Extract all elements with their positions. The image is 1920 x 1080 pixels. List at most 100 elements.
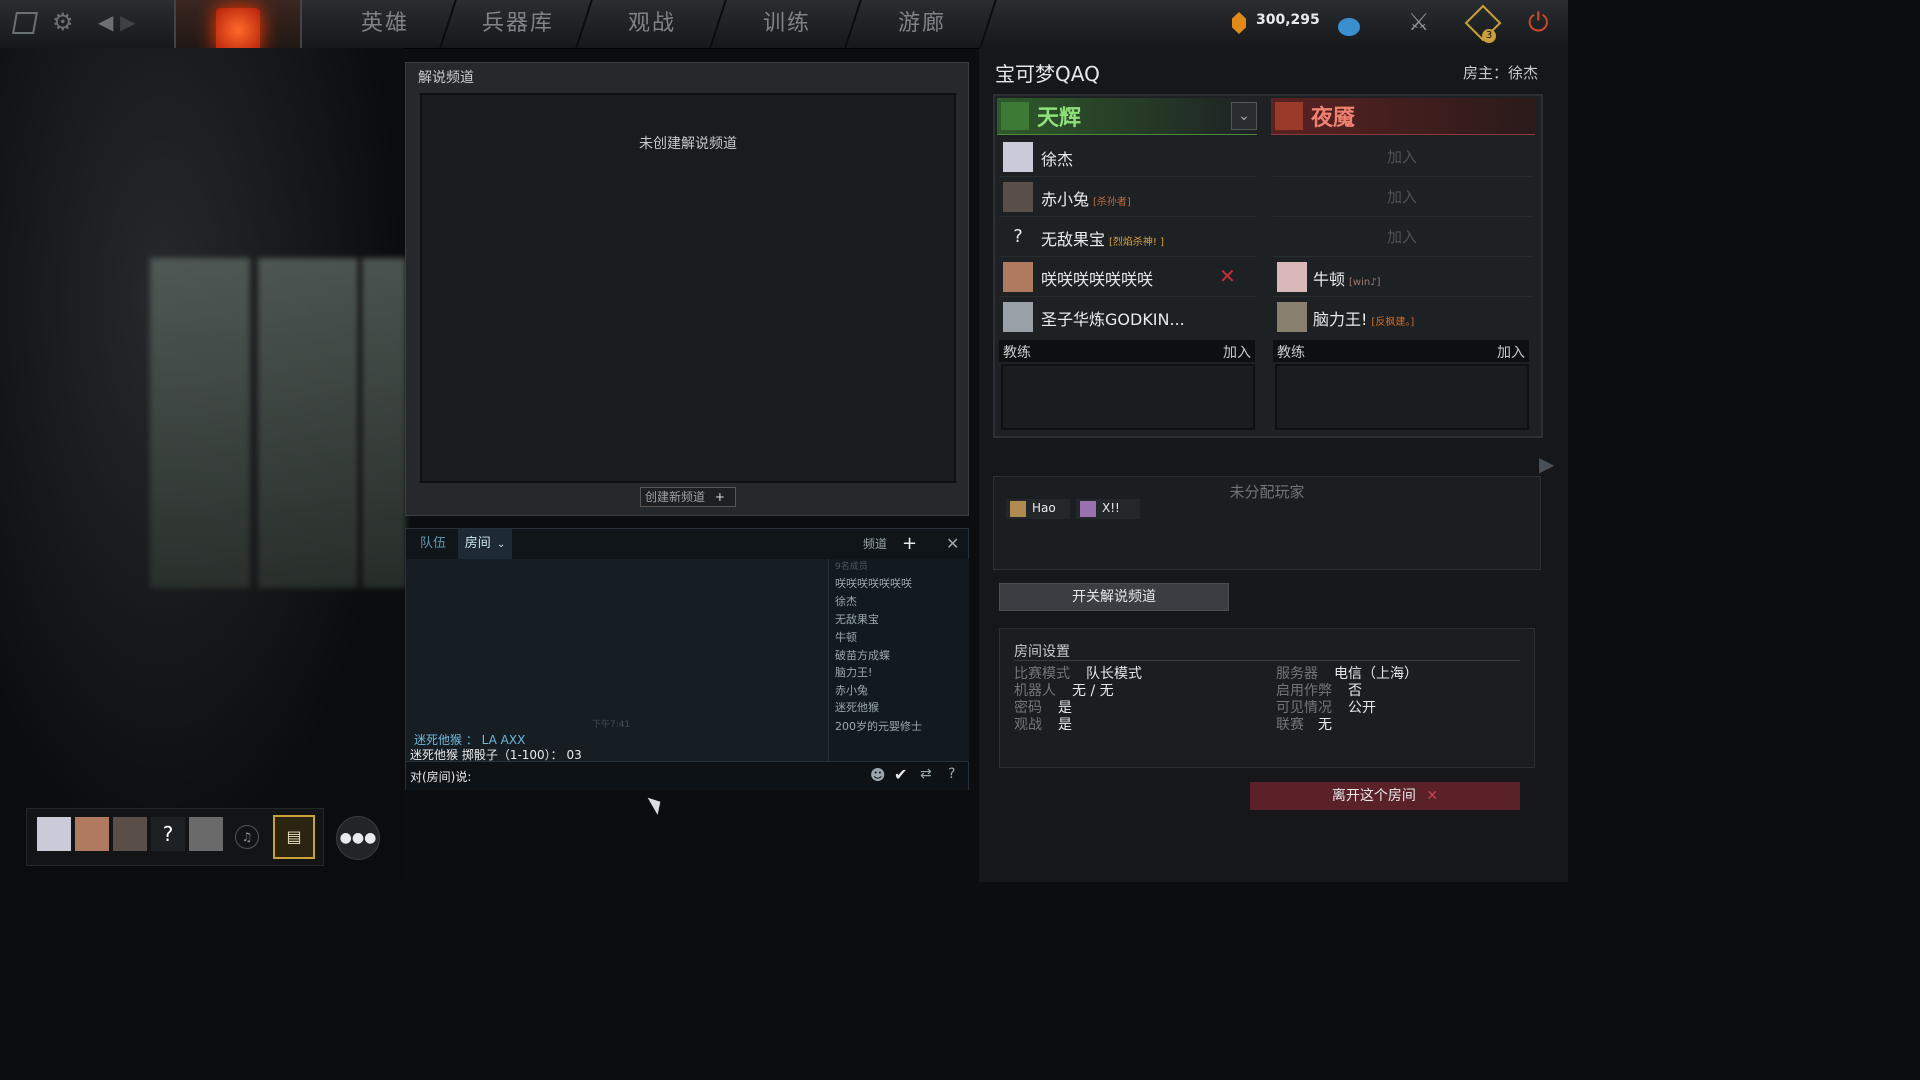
join-slot-label: 加入 — [1386, 188, 1417, 206]
chat-tab-room[interactable]: 房间 ⌄ — [458, 529, 512, 559]
join-slot-label: 加入 — [1386, 228, 1417, 246]
list-item[interactable]: 牛顿 — [835, 629, 857, 645]
avatar[interactable] — [75, 817, 109, 851]
avatar[interactable] — [189, 817, 223, 851]
list-item[interactable]: 迷死他猴 — [835, 699, 879, 715]
leave-room-label: 离开这个房间 — [1331, 788, 1416, 804]
chat-input-label: 对(房间)说: — [410, 770, 472, 784]
armory-icon[interactable]: ⚔ — [1408, 8, 1430, 36]
party-menu-icon[interactable]: ●●● — [336, 816, 380, 860]
unassigned-players-panel: 未分配玩家 Hao X!! — [993, 476, 1541, 570]
translate-icon[interactable]: ⇄ — [920, 766, 932, 782]
send-check-icon[interactable]: ✔ — [894, 765, 907, 784]
leave-room-button[interactable]: 离开这个房间 ✕ — [1250, 782, 1520, 810]
radiant-slot[interactable]: 咲咲咲咲咲咲咲 ✕ — [999, 258, 1257, 297]
team-slots: 天辉 ⌄ 夜魇 徐杰 赤小兔 [杀孙者] ? 无敌果宝 [烈焰杀神! ] 咲咲咲咲咲… — [993, 94, 1543, 438]
radiant-title: 天辉 — [1037, 106, 1082, 131]
headset-icon[interactable]: ♫ — [235, 825, 259, 849]
back-arrow-icon[interactable]: ◀ — [98, 10, 113, 34]
dire-slot[interactable]: 牛顿 [win♪] — [1273, 258, 1531, 297]
chat-timestamp: 下午7:41 — [592, 720, 631, 730]
dashboard-icon[interactable] — [12, 12, 38, 34]
chat-sender[interactable]: 迷死他猴 — [414, 733, 462, 747]
player-name: Hao — [1032, 501, 1056, 515]
caster-panel-title: 解说频道 — [418, 70, 474, 86]
hero-card — [362, 258, 406, 588]
setting-value: 电信（上海） — [1334, 666, 1418, 682]
radiant-icon — [1001, 102, 1029, 130]
dire-icon — [1275, 102, 1303, 130]
chevron-down-icon[interactable]: ⌄ — [1231, 102, 1257, 130]
kick-player-icon[interactable]: ✕ — [1219, 264, 1236, 288]
join-coach-button[interactable]: 加入 — [1223, 342, 1251, 362]
coach-header: 教练 加入 — [1273, 340, 1529, 362]
chat-tab-team[interactable]: 队伍 — [420, 529, 446, 559]
radiant-slot[interactable]: 赤小兔 [杀孙者] — [999, 178, 1257, 217]
radiant-slot[interactable]: 徐杰 — [999, 138, 1257, 177]
avatar[interactable] — [37, 817, 71, 851]
nav-learn[interactable]: 训练 — [727, 0, 847, 48]
help-icon[interactable]: ? — [948, 766, 955, 782]
avatar[interactable] — [113, 817, 147, 851]
list-item[interactable]: 无敌果宝 — [835, 611, 879, 627]
nav-armory[interactable]: 兵器库 — [458, 0, 578, 48]
create-channel-label: 创建新频道 — [645, 490, 706, 504]
dire-slot-empty[interactable]: 加入 — [1273, 218, 1531, 257]
unassigned-player[interactable]: Hao — [1006, 499, 1070, 519]
chat-tab-room-label: 房间 — [464, 536, 491, 551]
avatar — [1003, 262, 1033, 292]
power-icon[interactable]: ⏻ — [1528, 8, 1549, 39]
rank-medal-icon[interactable]: ▤ — [273, 815, 315, 859]
add-channel-icon[interactable]: + — [902, 529, 917, 559]
radiant-slot[interactable]: 圣子华炼GODKIN... — [999, 298, 1257, 336]
list-item[interactable]: 脑力王! — [835, 664, 872, 680]
setting-value: 无 — [1318, 717, 1332, 733]
room-settings-panel: 房间设置 比赛模式 队长模式 机器人 无 / 无 密码 是 观战 是 服务器 电… — [999, 628, 1535, 768]
coach-box — [1001, 364, 1255, 430]
toggle-caster-channel-button[interactable]: 开关解说频道 — [999, 583, 1229, 611]
avatar — [1080, 501, 1096, 517]
shards-amount: 300,295 — [1256, 12, 1320, 28]
dire-slot-empty[interactable]: 加入 — [1273, 138, 1531, 177]
caster-channel-list: 未创建解说频道 — [420, 93, 956, 483]
list-item[interactable]: 200岁的元婴修士 — [835, 718, 922, 734]
player-tag: [杀孙者] — [1093, 197, 1131, 208]
unknown-avatar-icon[interactable]: ? — [151, 817, 185, 851]
chat-input-bar[interactable]: 对(房间)说: ☻ ✔ ⇄ ? — [406, 761, 968, 790]
chat-bubble-icon[interactable] — [1338, 18, 1360, 36]
nav-watch[interactable]: 观战 — [592, 0, 712, 48]
unassigned-player[interactable]: X!! — [1076, 499, 1140, 519]
list-item[interactable]: 徐杰 — [835, 593, 857, 609]
avatar — [1277, 302, 1307, 332]
close-chat-icon[interactable]: ✕ — [946, 529, 959, 559]
expand-arrow-icon[interactable]: ▶ — [1539, 452, 1554, 476]
dire-slot[interactable]: 脑力王! [反枫建。] — [1273, 298, 1531, 336]
chevron-down-icon: ⌄ — [496, 539, 506, 550]
join-coach-button[interactable]: 加入 — [1497, 342, 1525, 362]
setting-label: 观战 — [1014, 717, 1042, 733]
nav-heroes[interactable]: 英雄 — [325, 0, 445, 48]
forward-arrow-icon[interactable]: ▶ — [120, 10, 135, 34]
nav-arcade[interactable]: 游廊 — [862, 0, 982, 48]
room-title: 宝可梦QAQ — [995, 62, 1100, 86]
list-item[interactable]: 破苗方成蝶 — [835, 647, 890, 663]
settings-title: 房间设置 — [1014, 644, 1070, 660]
top-nav-bar: ⚙ ◀ ▶ 英雄 兵器库 观战 训练 游廊 300,295 ⚔ 3 ⏻ — [0, 0, 1568, 56]
avatar — [1010, 501, 1026, 517]
settings-gear-icon[interactable]: ⚙ — [52, 8, 74, 36]
list-item[interactable]: 赤小兔 — [835, 682, 868, 698]
radiant-slot[interactable]: ? 无敌果宝 [烈焰杀神! ] — [999, 218, 1257, 257]
player-name: 咲咲咲咲咲咲咲 — [1041, 270, 1154, 289]
close-icon: ✕ — [1426, 788, 1439, 804]
emoji-icon[interactable]: ☻ — [870, 766, 886, 784]
avatar — [1003, 142, 1033, 172]
chat-panel: 队伍 房间 ⌄ 频道 + ✕ 下午7:41 迷死他猴 ： LA AXX 迷死他猴… — [405, 528, 969, 790]
create-channel-button[interactable]: 创建新频道 + — [640, 487, 736, 507]
player-name: 牛顿 [win♪] — [1313, 270, 1381, 289]
player-tag: [烈焰杀神! ] — [1109, 237, 1165, 248]
radiant-coach-slot: 教练 加入 — [999, 340, 1255, 430]
coach-box — [1275, 364, 1529, 430]
list-item[interactable]: 咲咲咲咲咲咲咲 — [835, 575, 912, 591]
chat-text: 03 — [566, 748, 582, 762]
dire-slot-empty[interactable]: 加入 — [1273, 178, 1531, 217]
